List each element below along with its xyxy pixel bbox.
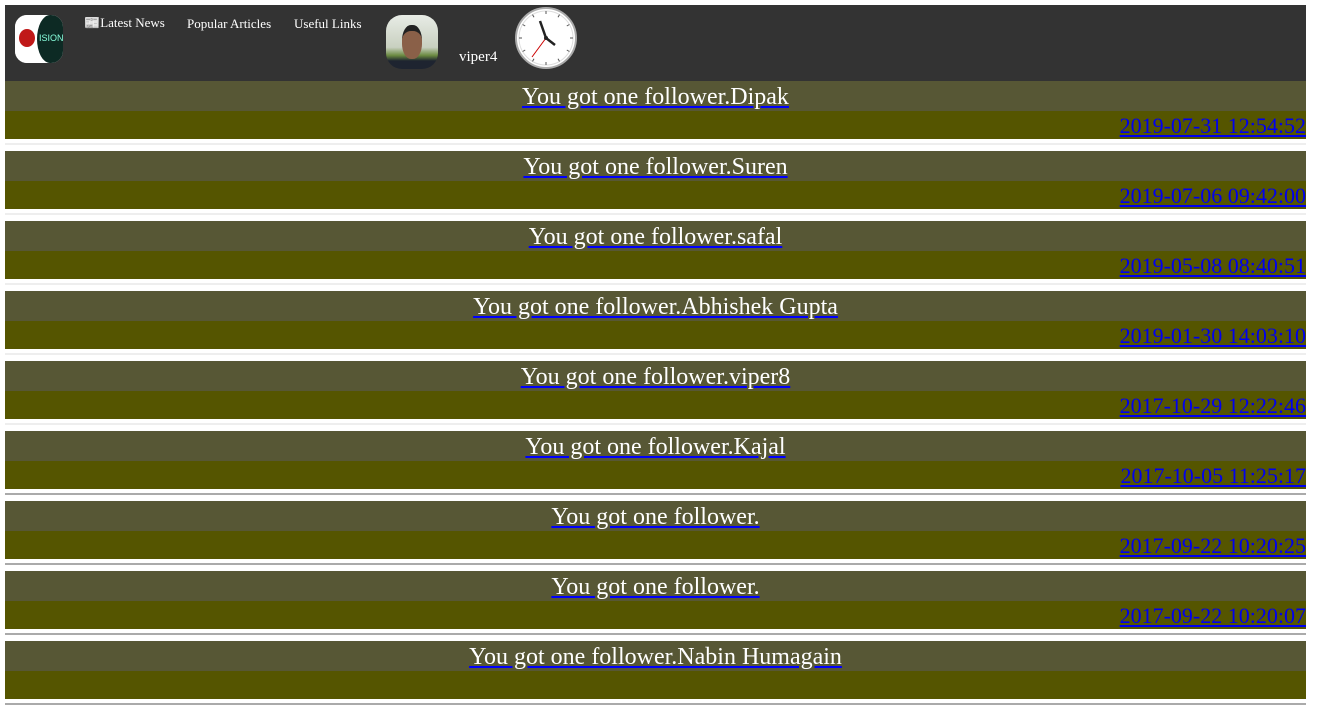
site-logo[interactable]: ISION xyxy=(15,15,63,63)
username[interactable]: viper4 xyxy=(459,49,497,66)
clock-icon xyxy=(515,7,577,69)
nav-latest-news[interactable]: 📰Latest News xyxy=(84,15,165,31)
notification-link[interactable]: You got one follower.safal xyxy=(529,224,783,250)
notification-header: You got one follower.Suren xyxy=(5,151,1306,181)
notification-item: You got one follower. 2017-09-22 10:20:25 xyxy=(5,501,1306,559)
notification-link[interactable]: You got one follower.Abhishek Gupta xyxy=(473,294,838,320)
notification-header: You got one follower.safal xyxy=(5,221,1306,251)
notification-footer: 2019-01-30 14:03:10 xyxy=(5,321,1306,349)
notification-date-link[interactable]: 2019-05-08 08:40:51 xyxy=(1120,253,1306,278)
notification-header: You got one follower.Kajal xyxy=(5,431,1306,461)
notification-footer: 2019-07-31 12:54:52 xyxy=(5,111,1306,139)
avatar[interactable] xyxy=(386,15,438,69)
notification-header: You got one follower.viper8 xyxy=(5,361,1306,391)
divider xyxy=(5,143,1306,145)
newspaper-icon: 📰 xyxy=(84,15,101,30)
notification-date-link[interactable]: 2017-09-22 10:20:07 xyxy=(1120,603,1306,628)
nav-label: Latest News xyxy=(100,15,165,30)
notification-link[interactable]: You got one follower.Nabin Humagain xyxy=(469,644,842,670)
notification-header: You got one follower. xyxy=(5,501,1306,531)
notification-footer: 2017-10-29 12:22:46 xyxy=(5,391,1306,419)
notification-date-link[interactable]: 2019-07-31 12:54:52 xyxy=(1120,113,1306,138)
divider xyxy=(5,563,1306,565)
notification-footer: 2019-05-08 08:40:51 xyxy=(5,251,1306,279)
divider xyxy=(5,423,1306,425)
notification-link[interactable]: You got one follower.Dipak xyxy=(522,84,789,110)
notification-date-link[interactable]: 2019-01-30 14:03:10 xyxy=(1120,323,1306,348)
notification-header: You got one follower.Nabin Humagain xyxy=(5,641,1306,671)
notification-link[interactable]: You got one follower. xyxy=(551,574,759,600)
divider xyxy=(5,493,1306,495)
notification-footer: 2017-10-05 11:25:17 xyxy=(5,461,1306,489)
header: ISION 📰Latest News Popular Articles Usef… xyxy=(5,5,1306,81)
notification-header: You got one follower.Abhishek Gupta xyxy=(5,291,1306,321)
notification-footer: 2019-07-06 09:42:00 xyxy=(5,181,1306,209)
divider xyxy=(5,283,1306,285)
divider xyxy=(5,353,1306,355)
divider xyxy=(5,633,1306,635)
notification-item: You got one follower.Abhishek Gupta 2019-… xyxy=(5,291,1306,349)
notification-footer: 2017-09-22 10:20:07 xyxy=(5,601,1306,629)
divider xyxy=(5,213,1306,215)
notification-link[interactable]: You got one follower.Kajal xyxy=(525,434,785,460)
notification-header: You got one follower. xyxy=(5,571,1306,601)
notification-footer: 2017-09-22 10:20:25 xyxy=(5,531,1306,559)
notification-date-link[interactable]: 2019-07-06 09:42:00 xyxy=(1120,183,1306,208)
notification-item: You got one follower.safal 2019-05-08 08:… xyxy=(5,221,1306,279)
notification-item: You got one follower.Kajal 2017-10-05 11:… xyxy=(5,431,1306,489)
nav-useful-links[interactable]: Useful Links xyxy=(294,16,362,32)
notification-date-link[interactable]: 2017-10-05 11:25:17 xyxy=(1120,463,1306,488)
notification-header: You got one follower.Dipak xyxy=(5,81,1306,111)
nav-popular-articles[interactable]: Popular Articles xyxy=(187,16,271,32)
notification-footer xyxy=(5,671,1306,699)
notification-date-link[interactable]: 2017-10-29 12:22:46 xyxy=(1120,393,1306,418)
notification-link[interactable]: You got one follower. xyxy=(551,504,759,530)
notification-date-link[interactable]: 2017-09-22 10:20:25 xyxy=(1120,533,1306,558)
notification-item: You got one follower.Suren 2019-07-06 09:… xyxy=(5,151,1306,209)
notification-item: You got one follower. 2017-09-22 10:20:07 xyxy=(5,571,1306,629)
notification-item: You got one follower.Nabin Humagain xyxy=(5,641,1306,699)
notification-link[interactable]: You got one follower.Suren xyxy=(523,154,787,180)
notification-item: You got one follower.viper8 2017-10-29 12… xyxy=(5,361,1306,419)
notification-item: You got one follower.Dipak 2019-07-31 12:… xyxy=(5,81,1306,139)
notification-link[interactable]: You got one follower.viper8 xyxy=(521,364,791,390)
